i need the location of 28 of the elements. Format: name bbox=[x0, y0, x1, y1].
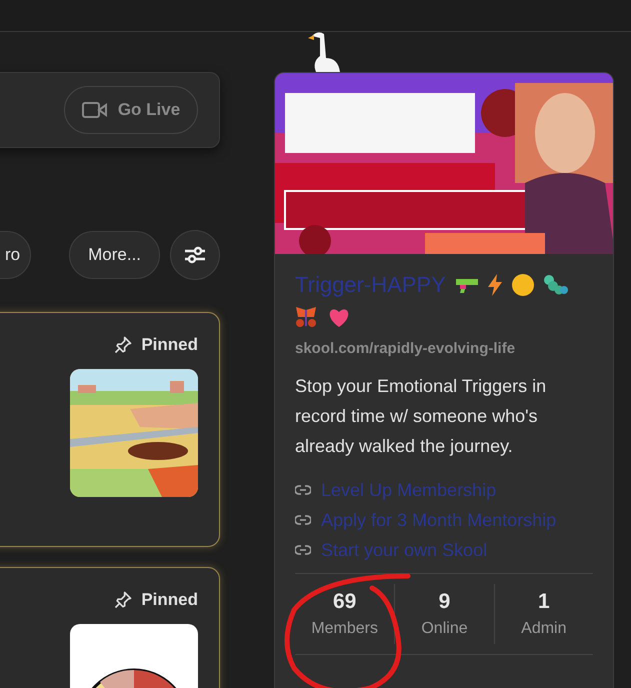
stat-label: Admin bbox=[521, 620, 566, 638]
post-card[interactable]: Pinned bbox=[0, 567, 220, 688]
stat-value: 1 bbox=[538, 590, 550, 614]
link-icon bbox=[295, 485, 311, 495]
filter-pill[interactable]: ro bbox=[0, 231, 32, 279]
pin-icon bbox=[113, 590, 134, 610]
stat-label: Members bbox=[311, 620, 378, 638]
filter-pill[interactable]: More... bbox=[69, 231, 160, 279]
emoji-icon bbox=[512, 274, 534, 296]
stat-value: 69 bbox=[332, 590, 356, 614]
video-camera-icon bbox=[82, 101, 108, 119]
pinned-label: Pinned bbox=[141, 335, 198, 355]
caterpillar-icon bbox=[544, 275, 568, 295]
stat-value: 9 bbox=[438, 590, 450, 614]
post-card[interactable]: Pinned bbox=[0, 312, 220, 547]
group-description: Stop your Emotional Triggers in record time w/ someone who's already walked the journey. bbox=[295, 375, 548, 458]
link-icon bbox=[295, 545, 311, 555]
sliders-icon bbox=[184, 245, 206, 265]
stat-label: Online bbox=[421, 620, 468, 638]
link-icon bbox=[295, 515, 311, 525]
water-gun-icon bbox=[456, 277, 478, 293]
butterfly-icon bbox=[295, 306, 317, 328]
lightning-icon bbox=[488, 274, 502, 296]
go-live-button[interactable]: Go Live bbox=[64, 86, 198, 134]
pinned-label: Pinned bbox=[141, 590, 198, 610]
pin-icon bbox=[113, 335, 134, 355]
group-url: skool.com/rapidly-evolving-life bbox=[295, 340, 516, 357]
filter-settings-button[interactable] bbox=[170, 230, 220, 280]
